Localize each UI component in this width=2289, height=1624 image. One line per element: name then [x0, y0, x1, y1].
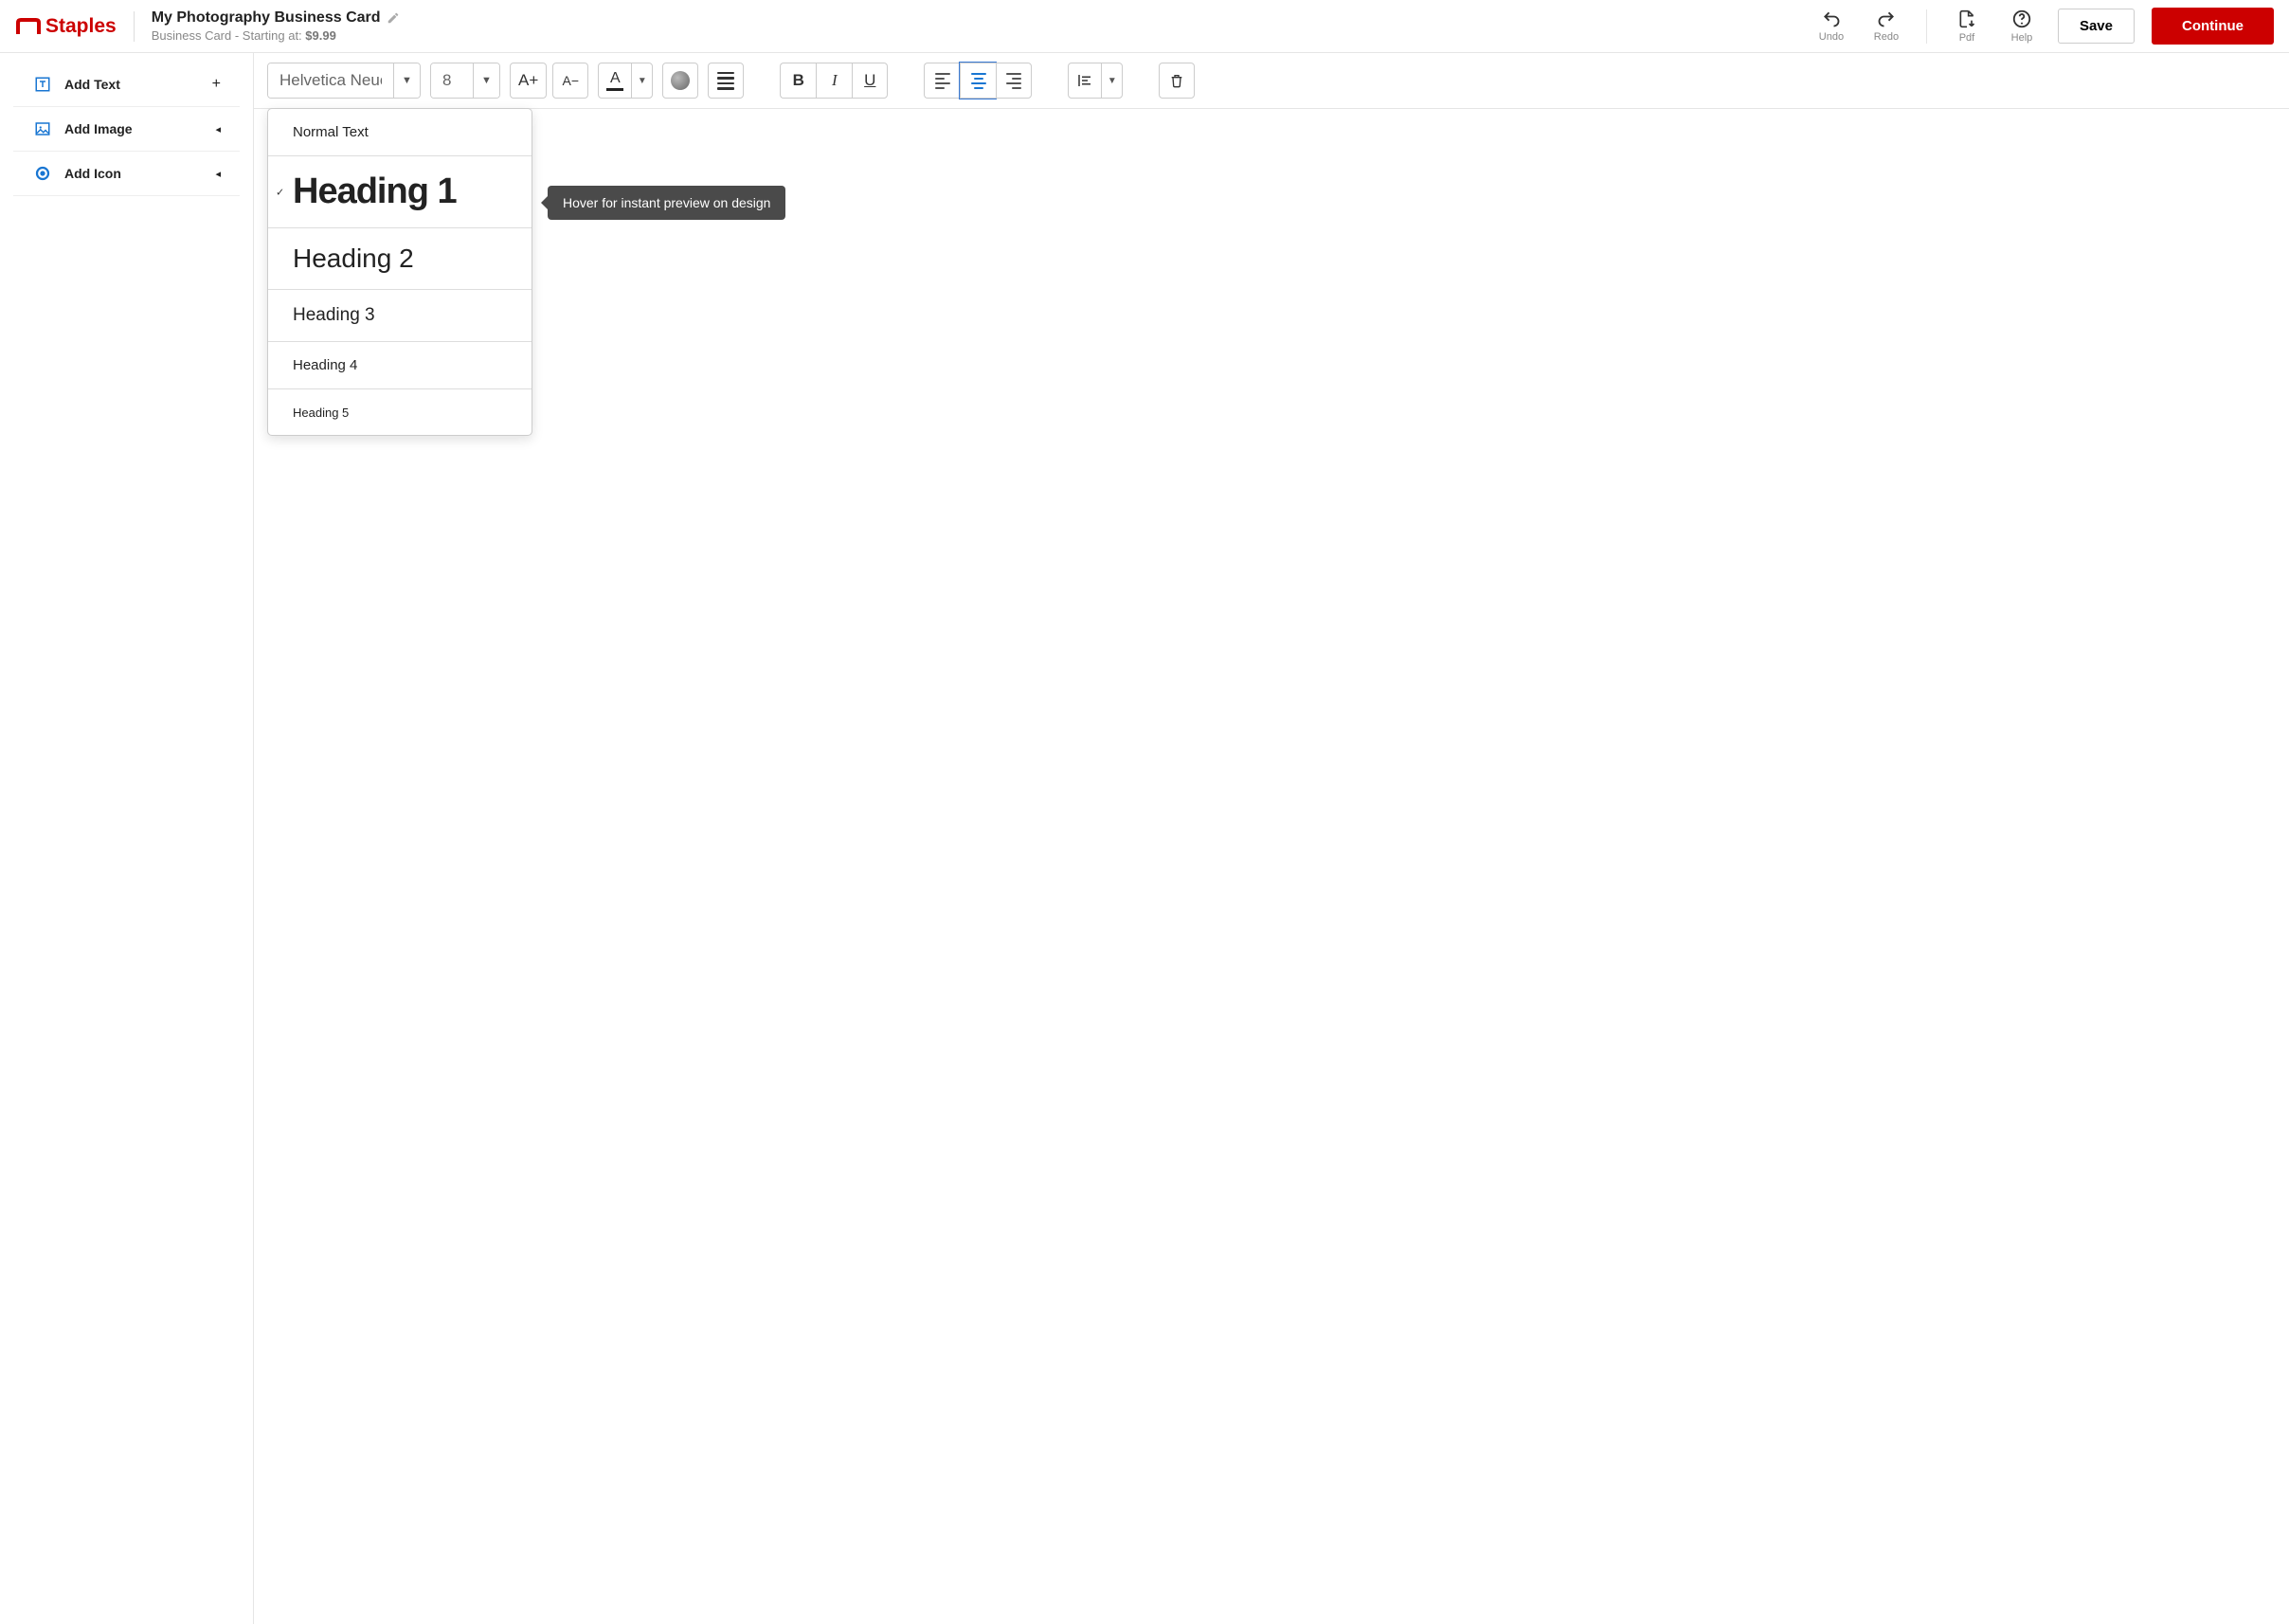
font-family-select[interactable]: ▼ [267, 63, 421, 99]
app-header: Staples My Photography Business Card Bus… [0, 0, 2289, 53]
style-option-label: Heading 1 [293, 171, 457, 211]
redo-button[interactable]: Redo [1867, 9, 1905, 43]
font-size-caret[interactable]: ▼ [473, 63, 499, 98]
text-align-group [924, 63, 1032, 99]
sidebar-item-label: Add Image [64, 121, 215, 136]
project-info: My Photography Business Card Business Ca… [152, 9, 400, 43]
sidebar-item-label: Add Text [64, 77, 212, 92]
main-area: Add Text + Add Image ◂ Add Icon ◂ ▼ [0, 53, 2289, 1624]
style-option-label: Normal Text [293, 124, 369, 140]
vertical-align-icon [1069, 72, 1101, 89]
shape-icon [32, 165, 53, 182]
sidebar-item-label: Add Icon [64, 166, 215, 181]
plus-icon: + [212, 76, 221, 93]
header-actions: Undo Redo Pdf Help Save Continue [1812, 8, 2274, 45]
font-size-select[interactable]: ▼ [430, 63, 500, 99]
align-center-button[interactable] [960, 63, 996, 99]
header-separator [1926, 9, 1927, 44]
sidebar-item-add-image[interactable]: Add Image ◂ [13, 107, 240, 152]
help-label: Help [2011, 32, 2033, 44]
underline-button[interactable]: U [852, 63, 888, 99]
help-icon [2011, 9, 2032, 29]
project-subtitle: Business Card - Starting at: $9.99 [152, 28, 400, 43]
style-option-heading2[interactable]: Heading 2 [268, 228, 532, 290]
trash-icon [1169, 72, 1184, 89]
undo-label: Undo [1819, 31, 1844, 43]
style-option-label: Heading 2 [293, 244, 414, 273]
project-subtitle-prefix: Business Card - Starting at: [152, 28, 306, 43]
continue-button[interactable]: Continue [2152, 8, 2274, 45]
bold-button[interactable]: B [780, 63, 816, 99]
undo-icon [1821, 9, 1842, 28]
redo-icon [1876, 9, 1897, 28]
edit-title-icon[interactable] [387, 11, 400, 25]
align-right-button[interactable] [996, 63, 1032, 99]
font-color-button[interactable]: A ▼ [598, 63, 653, 99]
style-option-heading3[interactable]: Heading 3 [268, 290, 532, 342]
image-icon [32, 120, 53, 137]
font-color-caret[interactable]: ▼ [631, 63, 652, 98]
font-color-icon: A [599, 71, 631, 91]
decrease-font-button[interactable]: A− [552, 63, 588, 99]
align-right-icon [1006, 73, 1021, 89]
style-option-label: Heading 5 [293, 406, 349, 420]
decrease-font-label: A− [563, 73, 580, 88]
sidebar-item-add-text[interactable]: Add Text + [13, 63, 240, 107]
style-option-label: Heading 4 [293, 357, 357, 373]
editor-area: ▼ ▼ A+ A− A ▼ [254, 53, 2289, 1624]
pdf-label: Pdf [1959, 32, 1975, 44]
style-option-label: Heading 3 [293, 305, 375, 325]
staples-mark-icon [15, 17, 42, 36]
delete-button[interactable] [1159, 63, 1195, 99]
sidebar: Add Text + Add Image ◂ Add Icon ◂ [0, 53, 254, 1624]
preview-tooltip: Hover for instant preview on design [548, 186, 785, 220]
undo-button[interactable]: Undo [1812, 9, 1850, 43]
color-wheel-icon [671, 71, 690, 90]
header-divider [134, 11, 135, 42]
help-button[interactable]: Help [2003, 9, 2041, 44]
redo-label: Redo [1874, 31, 1899, 43]
save-button[interactable]: Save [2058, 9, 2135, 44]
tooltip-text: Hover for instant preview on design [563, 195, 770, 210]
sidebar-item-add-icon[interactable]: Add Icon ◂ [13, 152, 240, 196]
align-left-icon [935, 73, 950, 89]
style-option-heading5[interactable]: Heading 5 [268, 389, 532, 435]
color-wheel-button[interactable] [662, 63, 698, 99]
font-size-input[interactable] [431, 63, 473, 98]
align-left-button[interactable] [924, 63, 960, 99]
font-family-input[interactable] [268, 63, 393, 98]
text-toolbar: ▼ ▼ A+ A− A ▼ [254, 53, 2289, 109]
line-spacing-button[interactable] [708, 63, 744, 99]
chevron-left-icon: ◂ [215, 168, 221, 180]
pdf-icon [1957, 9, 1976, 29]
project-price: $9.99 [305, 28, 336, 43]
line-spacing-icon [717, 72, 734, 90]
align-center-icon [971, 73, 986, 89]
vertical-align-caret[interactable]: ▼ [1101, 63, 1122, 98]
text-icon [32, 76, 53, 93]
pdf-button[interactable]: Pdf [1948, 9, 1986, 44]
chevron-left-icon: ◂ [215, 123, 221, 135]
font-family-caret[interactable]: ▼ [393, 63, 420, 98]
vertical-align-button[interactable]: ▼ [1068, 63, 1123, 99]
style-option-heading4[interactable]: Heading 4 [268, 342, 532, 389]
italic-button[interactable]: I [816, 63, 852, 99]
style-option-heading1[interactable]: Heading 1 [268, 156, 532, 228]
style-option-normal[interactable]: Normal Text [268, 109, 532, 156]
increase-font-button[interactable]: A+ [510, 63, 547, 99]
text-style-dropdown: Normal Text Heading 1 Heading 2 Heading … [267, 108, 532, 436]
project-title: My Photography Business Card [152, 9, 381, 27]
brand-name: Staples [45, 15, 117, 38]
text-style-group: B I U [780, 63, 888, 99]
brand-logo[interactable]: Staples [15, 15, 117, 38]
